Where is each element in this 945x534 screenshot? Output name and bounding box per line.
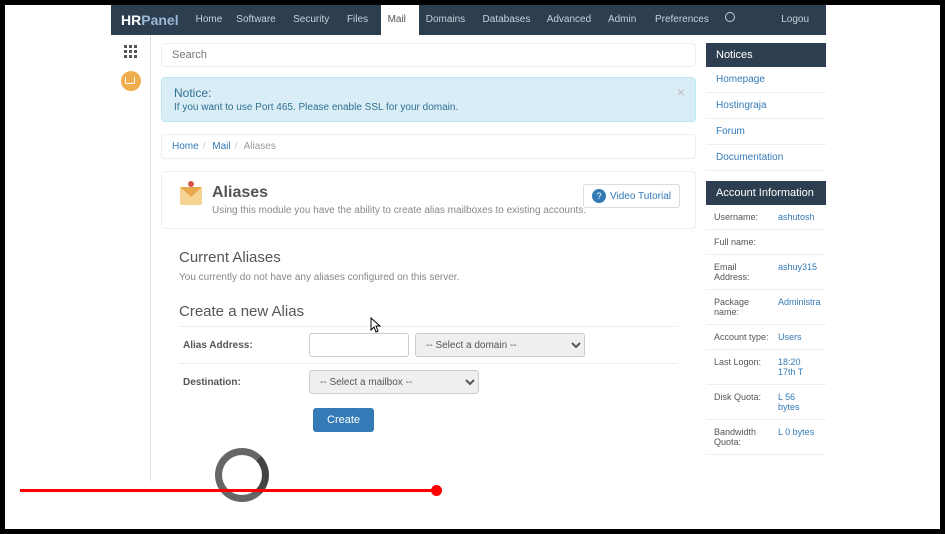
account-head: Account Information bbox=[706, 181, 826, 205]
current-aliases-section: Current Aliases You currently do not hav… bbox=[161, 239, 696, 442]
close-icon[interactable]: × bbox=[677, 84, 685, 100]
mail-icon bbox=[180, 187, 202, 205]
top-nav: HRPanel Home Software Security Files Mai… bbox=[111, 5, 826, 35]
page-title: Aliases bbox=[212, 184, 586, 202]
nav-files[interactable]: Files bbox=[340, 5, 381, 35]
main-content: Notice: If you want to use Port 465. Ple… bbox=[151, 35, 706, 481]
right-sidebar: Notices Homepage Hostingraja Forum Docum… bbox=[706, 35, 826, 481]
account-row: Username: ashutosh bbox=[706, 205, 826, 230]
apps-grid-icon[interactable] bbox=[124, 45, 138, 59]
notice-title: Notice: bbox=[174, 86, 683, 100]
volume-button[interactable] bbox=[75, 495, 105, 523]
account-value[interactable]: Administra bbox=[778, 297, 821, 317]
account-value[interactable]: L 0 bytes bbox=[778, 427, 814, 447]
account-key: Disk Quota: bbox=[714, 392, 774, 412]
row-alias-address: Alias Address: -- Select a domain -- bbox=[179, 326, 678, 363]
nav-home[interactable]: Home bbox=[189, 5, 230, 35]
account-key: Account type: bbox=[714, 332, 774, 342]
notice-link[interactable]: Homepage bbox=[706, 67, 826, 93]
crumb-home[interactable]: Home bbox=[172, 141, 199, 152]
account-value[interactable]: L 56 bytes bbox=[778, 392, 818, 412]
dest-label: Destination: bbox=[179, 377, 309, 388]
loading-spinner-icon bbox=[215, 448, 269, 502]
nav-user[interactable]: Ashutosh bbox=[718, 5, 775, 35]
crumb-mail[interactable]: Mail bbox=[212, 141, 230, 152]
current-title: Current Aliases bbox=[179, 249, 678, 266]
domain-select[interactable]: -- Select a domain -- bbox=[415, 333, 585, 357]
account-row: Full name: bbox=[706, 230, 826, 255]
account-row: Bandwidth Quota:L 0 bytes bbox=[706, 420, 826, 455]
video-progress-bar[interactable] bbox=[20, 489, 925, 492]
video-time: 0:58 / 2:07 bbox=[111, 503, 163, 515]
account-row: Last Logon:18:20 17th T bbox=[706, 350, 826, 385]
nav-mail[interactable]: Mail bbox=[381, 5, 419, 35]
next-button[interactable] bbox=[45, 495, 75, 523]
page-subtitle: Using this module you have the ability t… bbox=[212, 205, 586, 216]
notice-link[interactable]: Documentation bbox=[706, 145, 826, 171]
account-key: Username: bbox=[714, 212, 774, 222]
account-row: Disk Quota:L 56 bytes bbox=[706, 385, 826, 420]
notice-alert: Notice: If you want to use Port 465. Ple… bbox=[161, 77, 696, 122]
user-icon bbox=[725, 12, 735, 22]
create-button[interactable]: Create bbox=[313, 408, 374, 432]
account-key: Package name: bbox=[714, 297, 774, 317]
notice-link[interactable]: Hostingraja bbox=[706, 93, 826, 119]
alias-input[interactable] bbox=[309, 333, 409, 357]
video-controls: 0:58 / 2:07 bbox=[15, 495, 930, 523]
video-tutorial-button[interactable]: ? Video Tutorial bbox=[583, 184, 680, 208]
create-title: Create a new Alias bbox=[179, 303, 678, 320]
nav-databases[interactable]: Databases bbox=[476, 5, 540, 35]
row-destination: Destination: -- Select a mailbox -- bbox=[179, 363, 678, 400]
account-key: Full name: bbox=[714, 237, 774, 247]
account-value[interactable]: ashuy315 bbox=[778, 262, 817, 282]
notice-body: If you want to use Port 465. Please enab… bbox=[174, 102, 683, 113]
nav-domains[interactable]: Domains bbox=[419, 5, 476, 35]
account-row: Package name:Administra bbox=[706, 290, 826, 325]
account-value[interactable]: Users bbox=[778, 332, 802, 342]
nav-software[interactable]: Software bbox=[229, 5, 286, 35]
account-list: Username: ashutosh Full name: Email Address… bbox=[706, 205, 826, 455]
account-key: Email Address: bbox=[714, 262, 774, 282]
play-button[interactable] bbox=[15, 495, 45, 523]
account-value[interactable]: 18:20 17th T bbox=[778, 357, 818, 377]
current-empty: You currently do not have any aliases co… bbox=[179, 272, 678, 283]
account-key: Last Logon: bbox=[714, 357, 774, 377]
notices-head: Notices bbox=[706, 43, 826, 67]
fullscreen-button[interactable] bbox=[900, 495, 930, 523]
search-input[interactable] bbox=[161, 43, 696, 67]
nav-security[interactable]: Security bbox=[286, 5, 340, 35]
account-row: Account type: Users bbox=[706, 325, 826, 350]
theater-button[interactable] bbox=[870, 495, 900, 523]
help-icon: ? bbox=[592, 189, 606, 203]
account-row: Email Address:ashuy315 bbox=[706, 255, 826, 290]
brand-logo: HRPanel bbox=[121, 12, 179, 28]
alias-label: Alias Address: bbox=[179, 340, 309, 351]
nav-advanced[interactable]: Advanced bbox=[540, 5, 601, 35]
nav-admin[interactable]: Admin bbox=[601, 5, 648, 35]
notices-list: Homepage Hostingraja Forum Documentation bbox=[706, 67, 826, 171]
account-value[interactable]: ashutosh bbox=[778, 212, 815, 222]
nav-preferences[interactable]: Preferences bbox=[648, 5, 718, 35]
breadcrumb: Home/ Mail/ Aliases bbox=[161, 134, 696, 159]
account-key: Bandwidth Quota: bbox=[714, 427, 774, 447]
folder-icon[interactable] bbox=[121, 71, 141, 91]
notice-link[interactable]: Forum bbox=[706, 119, 826, 145]
crumb-current: Aliases bbox=[244, 141, 276, 152]
nav-logout[interactable]: Logou bbox=[774, 5, 816, 35]
mailbox-select[interactable]: -- Select a mailbox -- bbox=[309, 370, 479, 394]
icon-sidebar bbox=[111, 35, 151, 481]
app-window: HRPanel Home Software Security Files Mai… bbox=[111, 5, 826, 481]
page-header-panel: Aliases Using this module you have the a… bbox=[161, 171, 696, 229]
settings-button[interactable] bbox=[840, 495, 870, 523]
